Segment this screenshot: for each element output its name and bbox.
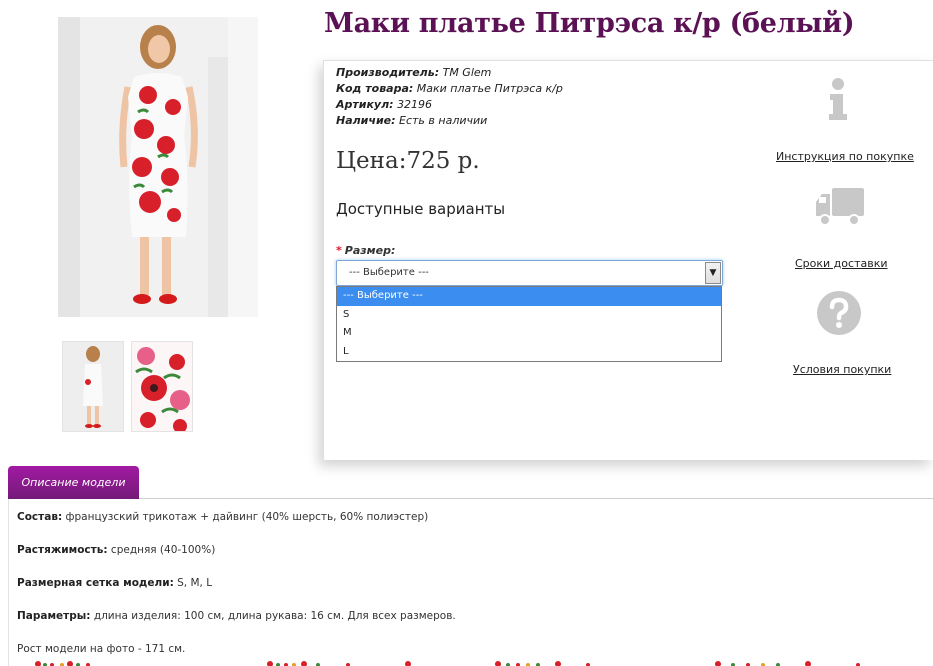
article-label: Артикул: [336,98,394,111]
sizes-label: Размерная сетка модели: [17,577,174,589]
question-icon[interactable] [816,290,862,336]
availability-value: Есть в наличии [399,114,488,127]
thumbnail-image [132,342,192,431]
sizes-value: S, M, L [173,577,213,589]
chevron-down-icon[interactable]: ▼ [705,262,721,284]
delivery-terms-link[interactable]: Сроки доставки [795,257,888,270]
product-main-image[interactable] [58,17,258,317]
product-title: Маки платье Питрэса к/р (белый) [324,8,855,39]
stretch-label: Растяжимость: [17,544,108,556]
variants-heading: Доступные варианты [336,200,506,218]
code-value: Маки платье Питрэса к/р [416,82,563,95]
size-option[interactable]: L [337,343,721,362]
thumbnail-fabric-detail[interactable] [131,341,193,432]
availability-label: Наличие: [336,114,396,127]
model-height-line: Рост модели на фото - 171 см. [17,643,186,655]
code-row: Код товара: Маки платье Питрэса к/р [336,81,563,97]
article-value: 32196 [397,98,433,111]
product-price: Цена:725 р. [336,148,480,174]
size-label-text: Размер: [344,244,396,257]
required-mark: * [336,244,342,257]
composition-value: французский трикотаж + дайвинг (40% шерс… [62,511,429,523]
purchase-conditions-link[interactable]: Условия покупки [793,363,891,376]
size-option[interactable]: --- Выберите --- [337,287,721,306]
product-page: Маки платье Питрэса к/р (белый) Производ… [0,0,933,666]
params-label: Параметры: [17,610,91,622]
stretch-value: средняя (40-100%) [107,544,216,556]
params-line: Параметры: длина изделия: 100 см, длина … [17,610,456,622]
purchase-instructions-link[interactable]: Инструкция по покупке [776,150,914,163]
size-select-value: --- Выберите --- [349,267,429,278]
thumbnail-image [63,342,123,431]
thumbnail-back-view[interactable] [62,341,124,432]
truck-icon[interactable] [816,188,864,228]
size-option[interactable]: M [337,324,721,343]
params-value: длина изделия: 100 см, длина рукава: 16 … [90,610,456,622]
flower-border-decoration [35,661,860,666]
size-label: * Размер: [336,244,395,257]
sizes-line: Размерная сетка модели: S, M, L [17,577,212,589]
product-meta: Производитель: TM Glem Код товара: Маки … [336,65,563,129]
size-dropdown-list: --- Выберите --- S M L [336,286,722,362]
info-icon[interactable] [823,76,853,122]
composition-label: Состав: [17,511,63,523]
size-option[interactable]: S [337,306,721,325]
size-select[interactable]: --- Выберите --- ▼ [336,260,723,286]
article-row: Артикул: 32196 [336,97,563,113]
dress-photo [58,17,258,317]
code-label: Код товара: [336,82,414,95]
manufacturer-label: Производитель: [336,66,440,79]
stretch-line: Растяжимость: средняя (40-100%) [17,544,215,556]
manufacturer-row: Производитель: TM Glem [336,65,563,81]
tab-description[interactable]: Описание модели [8,466,139,499]
composition-line: Состав: французский трикотаж + дайвинг (… [17,511,428,523]
availability-row: Наличие: Есть в наличии [336,113,563,129]
manufacturer-value: TM Glem [442,66,492,79]
